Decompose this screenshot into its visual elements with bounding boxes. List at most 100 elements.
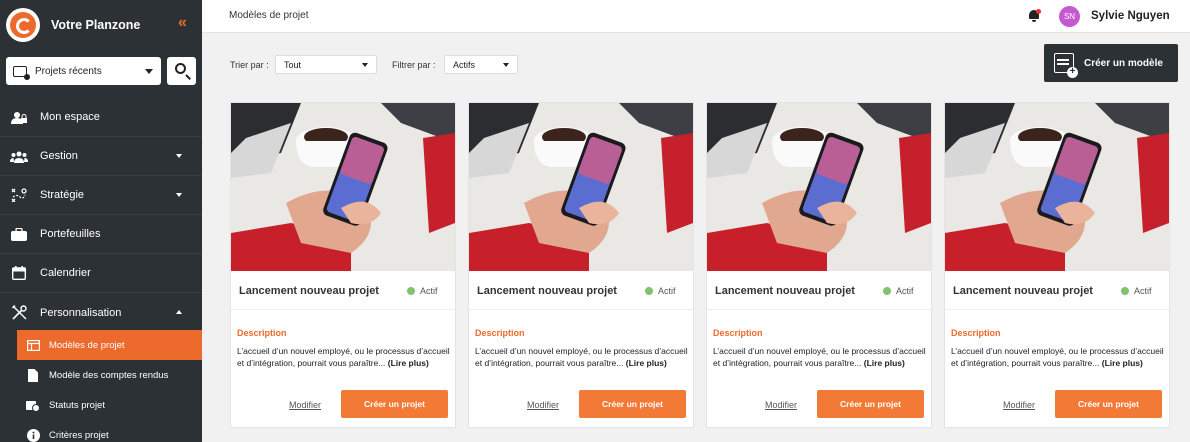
card-title: Lancement nouveau projet (239, 285, 379, 297)
filter-select[interactable]: Actifs (444, 55, 518, 74)
subnav-item-criteres-projet[interactable]: Critères projet (17, 420, 202, 442)
status-badge: Actif (645, 286, 676, 296)
tools-icon (10, 305, 28, 320)
modify-link[interactable]: Modifier (527, 400, 559, 410)
create-project-label: Créer un projet (1078, 399, 1139, 409)
template-card: Lancement nouveau projet Actif Descripti… (468, 102, 694, 428)
folder-clock-icon (13, 65, 30, 80)
card-title: Lancement nouveau projet (715, 285, 855, 297)
team-icon (10, 149, 28, 163)
card-title: Lancement nouveau projet (477, 285, 617, 297)
nav-item-label: Personnalisation (40, 306, 122, 319)
info-icon (25, 428, 41, 442)
read-more-link[interactable]: (Lire plus) (388, 358, 429, 368)
subnav-item-label: Modèle des comptes rendus (49, 369, 169, 381)
status-icon (25, 399, 41, 412)
avatar[interactable]: SN (1059, 6, 1080, 27)
user-lock-icon (10, 110, 28, 124)
nav-item-label: Portefeuilles (40, 228, 101, 240)
modify-link[interactable]: Modifier (1003, 400, 1035, 410)
divider (945, 309, 1169, 310)
subnav-item-modeles-projet[interactable]: Modèles de projet (17, 330, 202, 360)
sort-value: Tout (284, 59, 302, 70)
add-template-icon (1054, 53, 1078, 78)
subnav-item-label: Modèles de projet (49, 339, 125, 351)
divider (707, 309, 931, 310)
project-photo (945, 103, 1169, 271)
project-photo (707, 103, 931, 271)
active-status-dot (883, 287, 891, 295)
template-card: Lancement nouveau projet Actif Descripti… (944, 102, 1170, 428)
collapse-sidebar-icon[interactable]: « (178, 14, 187, 32)
card-title: Lancement nouveau projet (953, 285, 1093, 297)
status-badge: Actif (1121, 286, 1152, 296)
briefcase-icon (10, 227, 28, 241)
chevron-down-icon (362, 63, 368, 67)
create-project-button[interactable]: Créer un projet (341, 390, 448, 418)
template-icon (25, 339, 41, 351)
status-text: Actif (420, 286, 438, 296)
description-label: Description (475, 328, 525, 338)
status-badge: Actif (407, 286, 438, 296)
recent-projects-bar: Projets récents (6, 57, 196, 85)
description-text: L’accueil d’un nouvel employé, ou le pro… (713, 346, 926, 368)
recent-projects-select[interactable]: Projets récents (6, 57, 161, 85)
chevron-down-icon (176, 154, 182, 158)
top-bar: Modèles de projet SN Sylvie Nguyen (202, 0, 1190, 33)
sort-label: Trier par : (230, 60, 269, 70)
personnalisation-subnav: Modèles de projet Modèle des comptes ren… (17, 330, 202, 442)
nav-item-label: Calendrier (40, 267, 91, 279)
nav-item-label: Stratégie (40, 189, 85, 201)
brand-name: Votre Planzone (51, 18, 141, 32)
user-name[interactable]: Sylvie Nguyen (1091, 10, 1170, 22)
nav-item-personnalisation[interactable]: Personnalisation (0, 293, 202, 332)
create-project-button[interactable]: Créer un projet (579, 390, 686, 418)
filter-label: Filtrer par : (392, 60, 436, 70)
read-more-link[interactable]: (Lire plus) (626, 358, 667, 368)
create-model-label: Créer un modèle (1084, 57, 1163, 69)
filter-value: Actifs (453, 59, 476, 70)
create-model-button[interactable]: Créer un modèle (1044, 44, 1178, 82)
chevron-up-icon (176, 310, 182, 314)
nav-item-label: Gestion (40, 150, 78, 162)
chevron-down-icon (176, 193, 182, 197)
description-label: Description (713, 328, 763, 338)
nav-item-gestion[interactable]: Gestion (0, 137, 202, 176)
status-text: Actif (1134, 286, 1152, 296)
modify-link[interactable]: Modifier (765, 400, 797, 410)
recent-projects-value: Projets récents (35, 65, 102, 77)
description-text: L’accueil d’un nouvel employé, ou le pro… (951, 346, 1164, 368)
strategy-icon (10, 188, 28, 202)
read-more-link[interactable]: (Lire plus) (864, 358, 905, 368)
active-status-dot (645, 287, 653, 295)
nav-item-label: Mon espace (40, 111, 100, 123)
description-label: Description (237, 328, 287, 338)
modify-link[interactable]: Modifier (289, 400, 321, 410)
brand[interactable]: Votre Planzone (0, 0, 202, 50)
divider (469, 309, 693, 310)
nav-item-portefeuilles[interactable]: Portefeuilles (0, 215, 202, 254)
read-more-link[interactable]: (Lire plus) (1102, 358, 1143, 368)
subnav-item-modele-comptes-rendus[interactable]: Modèle des comptes rendus (17, 360, 202, 390)
subnav-item-label: Critères projet (49, 429, 109, 441)
subnav-item-statuts-projet[interactable]: Statuts projet (17, 390, 202, 420)
chevron-down-icon (145, 69, 153, 74)
template-card: Lancement nouveau projet Actif Descripti… (230, 102, 456, 428)
chevron-down-icon (503, 63, 509, 67)
status-badge: Actif (883, 286, 914, 296)
template-card: Lancement nouveau projet Actif Descripti… (706, 102, 932, 428)
breadcrumb: Modèles de projet (229, 10, 309, 21)
planzone-logo-icon (6, 8, 40, 42)
notification-bell-icon[interactable] (1028, 9, 1041, 22)
nav-item-calendrier[interactable]: Calendrier (0, 254, 202, 293)
create-project-button[interactable]: Créer un projet (1055, 390, 1162, 418)
search-button[interactable] (167, 57, 196, 85)
sort-select[interactable]: Tout (275, 55, 377, 74)
nav-item-mon-espace[interactable]: Mon espace (0, 98, 202, 137)
create-project-button[interactable]: Créer un projet (817, 390, 924, 418)
divider (231, 309, 455, 310)
status-text: Actif (658, 286, 676, 296)
create-project-label: Créer un projet (364, 399, 425, 409)
active-status-dot (1121, 287, 1129, 295)
nav-item-strategie[interactable]: Stratégie (0, 176, 202, 215)
